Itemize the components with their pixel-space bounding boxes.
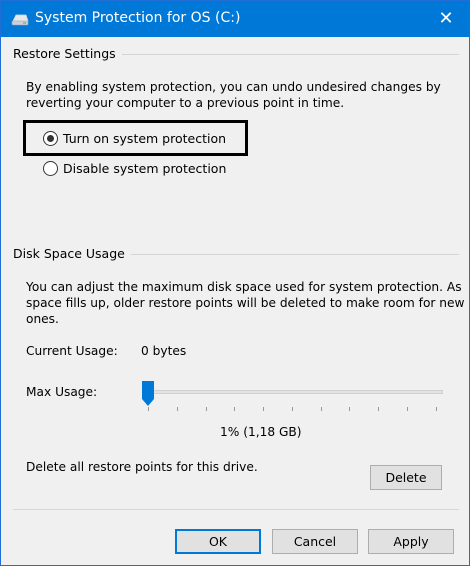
slider-tick — [378, 407, 379, 411]
delete-button[interactable]: Delete — [370, 465, 442, 490]
slider-tick — [321, 407, 322, 411]
slider-tick — [148, 407, 149, 411]
disk-space-description: You can adjust the maximum disk space us… — [26, 280, 465, 326]
restore-settings-heading: Restore Settings — [13, 46, 122, 61]
radio-turn-on-protection[interactable]: Turn on system protection — [43, 128, 226, 148]
apply-button[interactable]: Apply — [368, 529, 454, 554]
slider-tick — [234, 407, 235, 411]
title-bar: System Protection for OS (C:) ✕ — [1, 1, 469, 37]
slider-tick — [349, 407, 350, 411]
radio-unchecked[interactable] — [43, 160, 58, 176]
disk-space-heading: Disk Space Usage — [13, 246, 131, 261]
restore-settings-description: By enabling system protection, you can u… — [26, 80, 441, 110]
slider-tick — [436, 407, 437, 411]
max-usage-slider-track[interactable] — [145, 390, 443, 394]
window-title: System Protection for OS (C:) — [35, 10, 241, 26]
cancel-button[interactable]: Cancel — [272, 529, 358, 554]
system-protection-dialog: System Protection for OS (C:) ✕ Restore … — [0, 0, 470, 566]
max-usage-value: 1% (1,18 GB) — [220, 425, 302, 439]
delete-description: Delete all restore points for this drive… — [26, 460, 258, 474]
max-usage-label: Max Usage: — [26, 385, 98, 399]
slider-tick — [177, 407, 178, 411]
slider-tick — [263, 407, 264, 411]
radio-disable-protection[interactable]: Disable system protection — [43, 158, 226, 178]
radio-checked[interactable] — [43, 130, 58, 146]
drive-icon — [11, 14, 29, 26]
close-icon: ✕ — [438, 8, 454, 29]
slider-tick — [206, 407, 207, 411]
footer-separator — [13, 509, 459, 510]
slider-tick — [292, 407, 293, 411]
ok-button[interactable]: OK — [175, 529, 261, 554]
slider-tick — [407, 407, 408, 411]
close-button[interactable]: ✕ — [423, 1, 469, 37]
current-usage-value: 0 bytes — [141, 344, 187, 358]
max-usage-slider-thumb[interactable] — [142, 381, 154, 406]
radio-label-turn-on: Turn on system protection — [63, 130, 227, 146]
radio-label-disable: Disable system protection — [63, 160, 227, 176]
current-usage-label: Current Usage: — [26, 344, 118, 358]
